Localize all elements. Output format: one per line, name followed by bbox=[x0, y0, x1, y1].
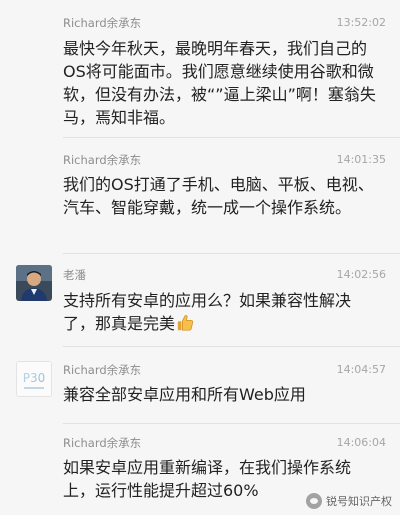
thumbs-up-icon bbox=[176, 314, 194, 338]
message-separator bbox=[63, 137, 400, 138]
avatar[interactable] bbox=[16, 265, 52, 301]
avatar[interactable]: P30 bbox=[16, 361, 52, 397]
svg-text:P30: P30 bbox=[23, 371, 46, 385]
watermark: 锐号知识产权 bbox=[306, 493, 392, 509]
message-separator bbox=[63, 423, 400, 424]
sender-name: Richard余承东 bbox=[63, 363, 142, 377]
sender-name: Richard余承东 bbox=[63, 16, 142, 30]
message-text: 兼容全部安卓应用和所有Web应用 bbox=[63, 385, 306, 404]
sender-name: 老潘 bbox=[63, 268, 86, 282]
message-time: 14:01:35 bbox=[336, 153, 386, 166]
message-time: 13:52:02 bbox=[336, 16, 386, 29]
watermark-text: 锐号知识产权 bbox=[326, 495, 392, 508]
message-separator bbox=[63, 346, 400, 347]
message-time: 14:04:57 bbox=[336, 363, 386, 376]
message-text-content: 支持所有安卓的应用么？如果兼容性解决了，那真是完美 bbox=[63, 291, 352, 333]
person-photo-avatar bbox=[16, 265, 52, 301]
sender-name: Richard余承东 bbox=[63, 436, 142, 450]
sender-name: Richard余承东 bbox=[63, 153, 142, 167]
message-text: 最快今年秋天，最晚明年春天，我们自己的OS将可能面市。我们愿意继续使用谷歌和微软… bbox=[63, 39, 376, 127]
wechat-logo-icon bbox=[306, 493, 322, 509]
message-time: 14:06:04 bbox=[336, 436, 386, 449]
message-separator bbox=[63, 253, 400, 254]
p30-logo-icon: P30 bbox=[17, 362, 51, 396]
message-time: 14:02:56 bbox=[336, 268, 386, 281]
chat-log: Richard余承东 13:52:02 最快今年秋天，最晚明年春天，我们自己的O… bbox=[0, 0, 400, 515]
message-text: 我们的OS打通了手机、电脑、平板、电视、汽车、智能穿戴，统一成一个操作系统。 bbox=[63, 175, 374, 217]
message-text: 支持所有安卓的应用么？如果兼容性解决了，那真是完美 bbox=[63, 289, 378, 338]
